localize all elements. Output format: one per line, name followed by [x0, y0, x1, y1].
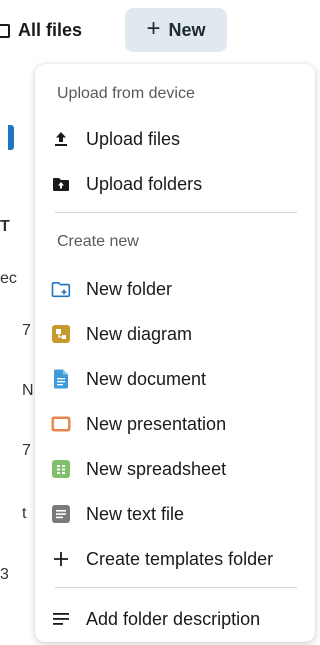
- create-templates-folder-item[interactable]: Create templates folder: [35, 539, 315, 579]
- new-spreadsheet-label: New spreadsheet: [86, 458, 227, 479]
- new-folder-item[interactable]: New folder: [35, 269, 315, 309]
- selected-nav-indicator: [8, 125, 14, 150]
- add-folder-description-label: Add folder description: [86, 608, 261, 629]
- spreadsheet-icon: [51, 459, 71, 479]
- all-files-breadcrumb[interactable]: All files: [0, 20, 82, 41]
- new-button-label: New: [168, 19, 206, 40]
- new-presentation-item[interactable]: New presentation: [35, 404, 315, 444]
- plus-icon: [51, 549, 71, 569]
- new-document-item[interactable]: New document: [35, 359, 315, 399]
- plus-icon: +: [146, 14, 161, 42]
- upload-folders-item[interactable]: Upload folders: [35, 164, 315, 204]
- new-folder-label: New folder: [86, 278, 173, 299]
- create-section-caption: Create new: [57, 233, 139, 250]
- row-fragment: 7: [22, 322, 31, 339]
- create-templates-folder-label: Create templates folder: [86, 548, 274, 569]
- new-button[interactable]: + New: [125, 8, 227, 52]
- upload-icon: [51, 129, 71, 149]
- add-folder-description-item[interactable]: Add folder description: [35, 599, 315, 639]
- menu-divider: [55, 212, 297, 213]
- new-menu-dropdown: Upload from device Upload files Upload f…: [35, 64, 315, 642]
- diagram-icon: [51, 324, 71, 344]
- new-diagram-item[interactable]: New diagram: [35, 314, 315, 354]
- row-fragment: ec: [0, 270, 17, 287]
- all-files-label: All files: [18, 20, 83, 40]
- row-fragment: 3: [0, 566, 9, 583]
- new-text-file-label: New text file: [86, 503, 185, 524]
- menu-divider: [55, 587, 297, 588]
- new-diagram-label: New diagram: [86, 323, 193, 344]
- document-icon: [51, 369, 71, 389]
- new-presentation-label: New presentation: [86, 413, 227, 434]
- presentation-icon: [51, 414, 71, 434]
- top-bar: All files + New: [0, 8, 320, 54]
- row-fragment: N: [22, 382, 34, 399]
- upload-files-label: Upload files: [86, 128, 181, 149]
- upload-folders-label: Upload folders: [86, 173, 203, 194]
- upload-folder-icon: [51, 174, 71, 194]
- column-header-fragment: T: [0, 218, 10, 235]
- description-icon: [51, 609, 71, 629]
- page: All files + New T ec 7 N 7 t 3 Upload fr…: [0, 0, 320, 645]
- upload-section-caption: Upload from device: [57, 85, 195, 102]
- folder-icon: [0, 23, 10, 38]
- row-fragment: t: [22, 505, 27, 522]
- new-document-label: New document: [86, 368, 207, 389]
- text-file-icon: [51, 504, 71, 524]
- new-spreadsheet-item[interactable]: New spreadsheet: [35, 449, 315, 489]
- new-folder-icon: [51, 279, 71, 299]
- row-fragment: 7: [22, 442, 31, 459]
- upload-files-item[interactable]: Upload files: [35, 119, 315, 159]
- new-text-file-item[interactable]: New text file: [35, 494, 315, 534]
